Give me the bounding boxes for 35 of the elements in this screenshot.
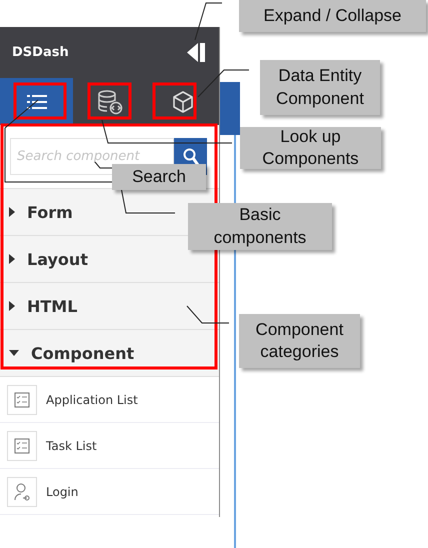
component-label: Login — [46, 484, 78, 498]
callout-label: Look up Components — [240, 127, 381, 169]
highlight-frame — [88, 82, 132, 120]
component-label: Application List — [46, 392, 138, 406]
category-header[interactable]: HTML — [0, 283, 219, 330]
checklist-icon — [7, 384, 37, 414]
app-title: DSDash — [12, 45, 69, 60]
highlight-frame — [152, 82, 196, 120]
caret-right-icon — [9, 301, 15, 311]
callout-label: Expand / Collapse — [239, 0, 426, 32]
highlight-frame — [14, 82, 66, 120]
component-item[interactable]: Login — [0, 469, 219, 515]
leader-line — [194, 2, 222, 40]
component-item[interactable]: Application List — [0, 377, 219, 423]
callout-label: Component categories — [239, 314, 360, 368]
list-icon — [26, 94, 46, 110]
component-label: Task List — [46, 438, 97, 452]
leader-line — [186, 306, 230, 324]
collapse-button[interactable] — [187, 43, 205, 62]
category-header[interactable]: Component — [0, 330, 219, 377]
callout-label: Search — [112, 164, 206, 190]
collapse-icon — [187, 43, 205, 62]
cube-icon — [172, 90, 194, 114]
checklist-icon — [7, 430, 37, 460]
database-icon — [96, 88, 122, 114]
canvas-header — [220, 82, 240, 135]
caret-down-icon — [9, 350, 19, 356]
leader-line — [198, 70, 250, 98]
component-item[interactable]: Task List — [0, 423, 219, 469]
callout-label: Basic components — [188, 203, 332, 250]
search-icon — [182, 148, 198, 166]
callout-label: Data Entity Component — [260, 60, 380, 115]
caret-right-icon — [9, 207, 15, 217]
caret-right-icon — [9, 254, 15, 264]
user-icon — [7, 476, 37, 506]
